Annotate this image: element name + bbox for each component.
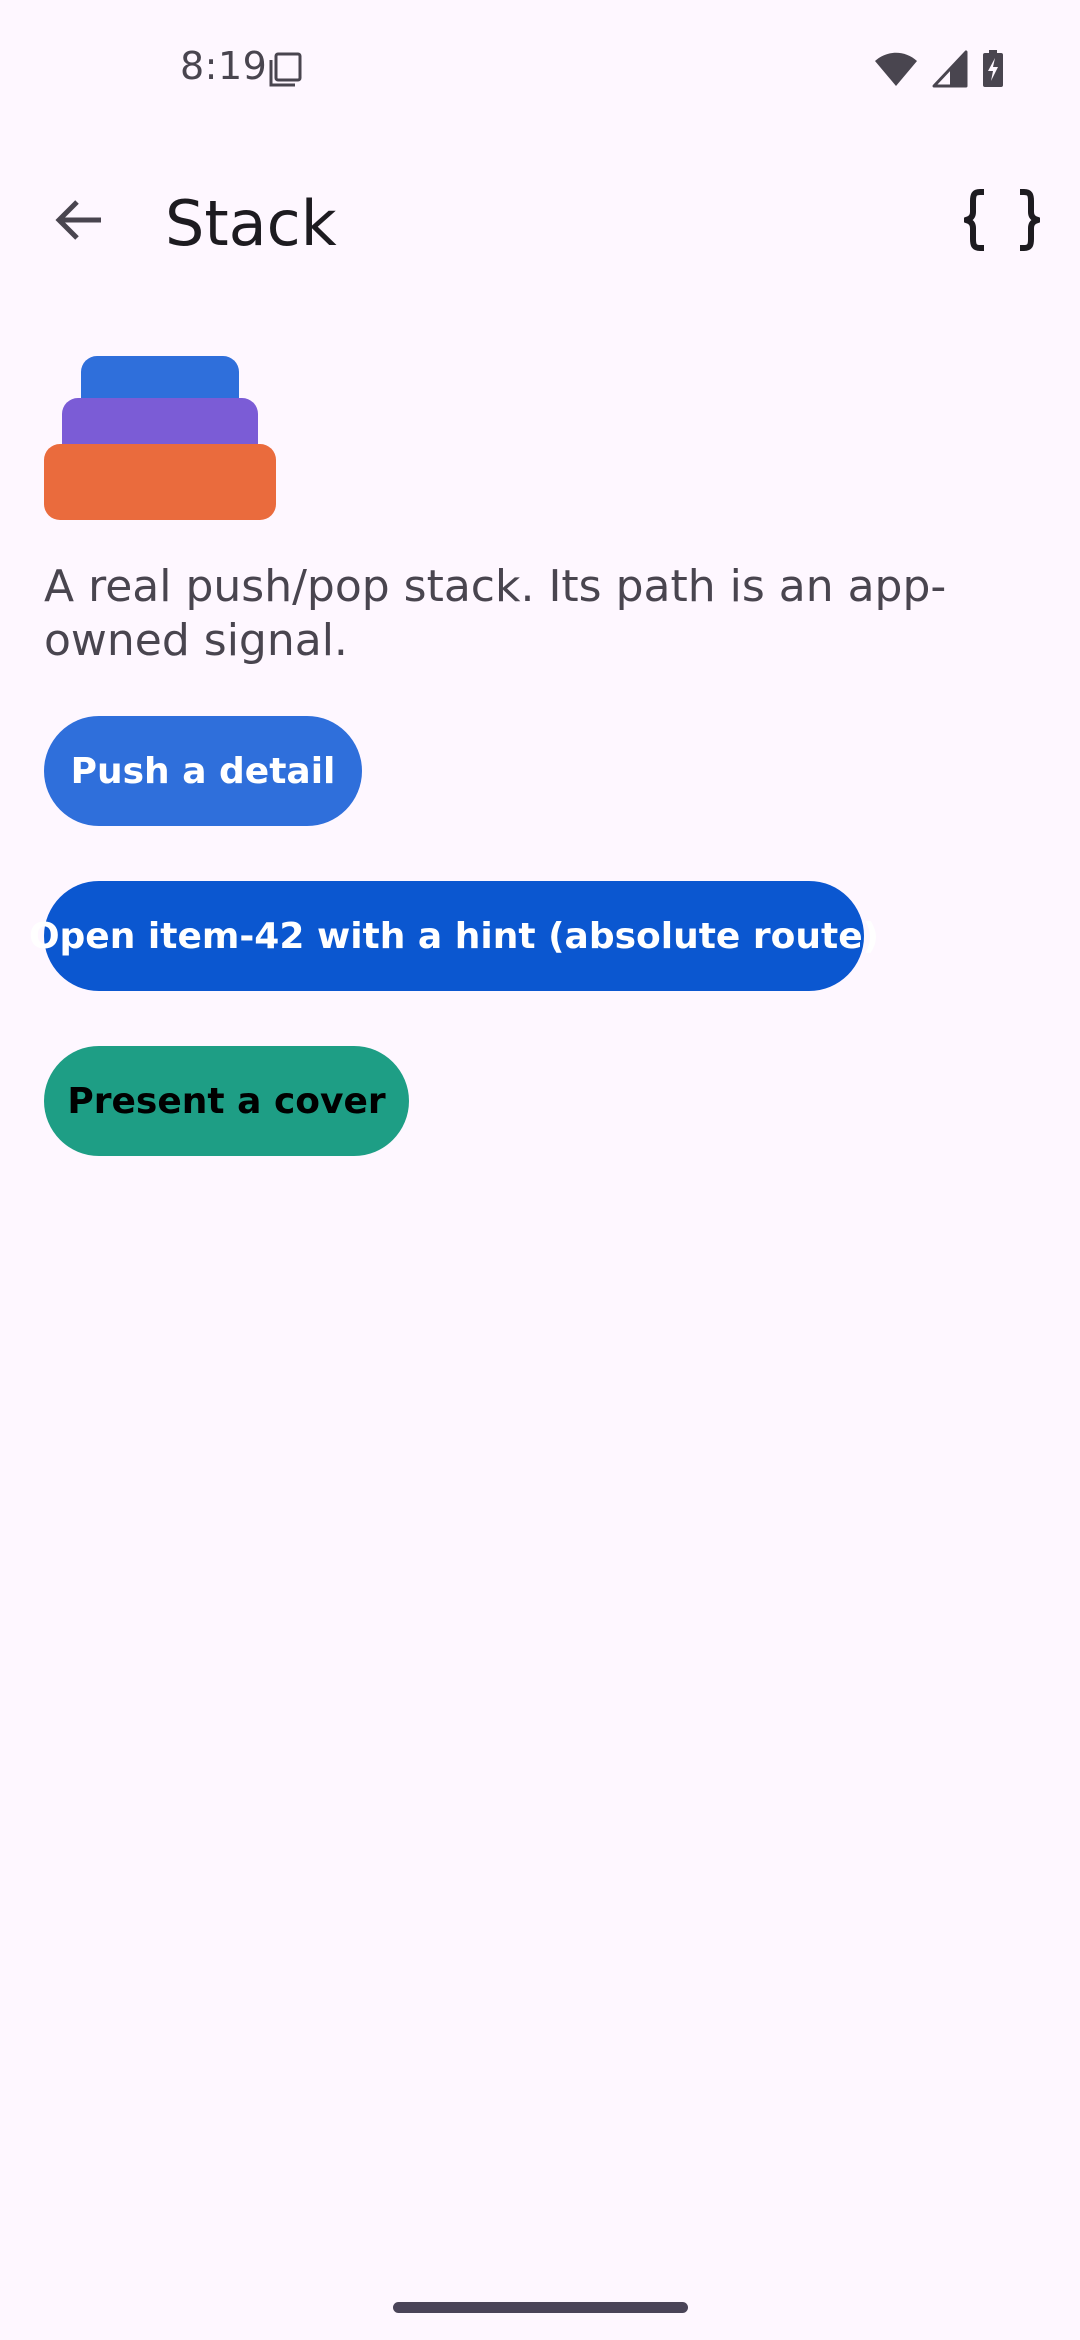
status-time: 8:19 [180, 44, 268, 88]
battery-charging-icon [982, 50, 1004, 93]
open-item-button[interactable]: Open item-42 with a hint (absolute route… [29, 881, 879, 991]
code-braces-icon [963, 188, 1041, 256]
stack-layer-bottom [44, 444, 276, 520]
description-text: A real push/pop stack. Its path is an ap… [44, 561, 947, 666]
page-title: Stack [165, 187, 337, 260]
cell-signal-icon [932, 50, 968, 93]
top-app-bar: Stack [0, 170, 1080, 282]
arrow-back-icon [53, 198, 103, 247]
status-bar: 8:19 [0, 0, 1080, 140]
status-icons [874, 50, 1004, 93]
present-cover-button[interactable]: Present a cover [44, 1046, 409, 1156]
code-view-button[interactable] [952, 172, 1052, 272]
push-detail-button[interactable]: Push a detail [44, 716, 362, 826]
wifi-icon [874, 50, 918, 93]
sim-card-icon [268, 52, 304, 88]
gesture-nav-handle[interactable] [393, 2302, 688, 2313]
back-button[interactable] [28, 172, 128, 272]
stack-illustration [44, 354, 276, 522]
